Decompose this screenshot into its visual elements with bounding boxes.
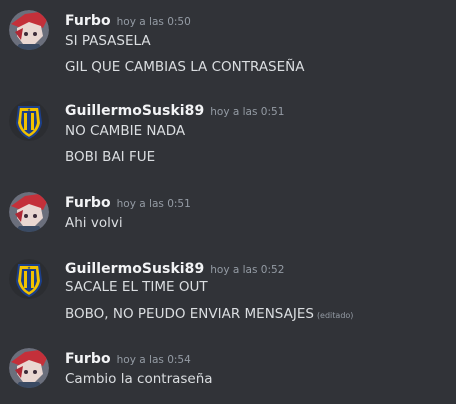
username[interactable]: Furbo: [65, 195, 111, 211]
furbo-avatar-icon[interactable]: [9, 192, 49, 232]
timestamp[interactable]: hoy a las 0:54: [117, 354, 191, 366]
chat-message-list: Furbo hoy a las 0:50 SI PASASELA GIL QUE …: [0, 0, 456, 404]
svg-text:★: ★: [27, 265, 31, 270]
message-header: Furbo hoy a las 0:51: [65, 192, 191, 212]
message-header: GuillermoSuski89 hoy a las 0:52: [65, 258, 284, 278]
message-text: BOBO, NO PEUDO ENVIAR MENSAJES: [65, 306, 314, 322]
message-header: Furbo hoy a las 0:50: [65, 10, 191, 30]
timestamp[interactable]: hoy a las 0:52: [210, 264, 284, 276]
timestamp[interactable]: hoy a las 0:50: [117, 16, 191, 28]
message-text-edited: BOBO, NO PEUDO ENVIAR MENSAJES (editado): [65, 305, 353, 325]
message-text: Cambio la contraseña: [65, 371, 213, 387]
username[interactable]: Furbo: [65, 13, 111, 29]
timestamp[interactable]: hoy a las 0:51: [117, 198, 191, 210]
edited-label: (editado): [316, 311, 354, 320]
username[interactable]: GuillermoSuski89: [65, 103, 204, 119]
furbo-avatar-icon[interactable]: [9, 10, 49, 50]
message-text: Ahi volvi: [65, 215, 123, 231]
message-header: Furbo hoy a las 0:54: [65, 348, 191, 368]
message-text: NO CAMBIE NADA: [65, 123, 186, 139]
furbo-avatar-icon[interactable]: [9, 348, 49, 388]
message-text: BOBI BAI FUE: [65, 149, 156, 165]
svg-text:★: ★: [27, 107, 31, 112]
message-text: GIL QUE CAMBIAS LA CONTRASEÑA: [65, 59, 305, 75]
message-text: SI PASASELA: [65, 33, 151, 49]
rosario-central-crest-icon[interactable]: ★: [9, 101, 49, 141]
timestamp[interactable]: hoy a las 0:51: [210, 106, 284, 118]
username[interactable]: Furbo: [65, 351, 111, 367]
username[interactable]: GuillermoSuski89: [65, 261, 204, 277]
message-header: GuillermoSuski89 hoy a las 0:51: [65, 100, 284, 120]
rosario-central-crest-icon[interactable]: ★: [9, 259, 49, 299]
message-text: SACALE EL TIME OUT: [65, 279, 208, 295]
